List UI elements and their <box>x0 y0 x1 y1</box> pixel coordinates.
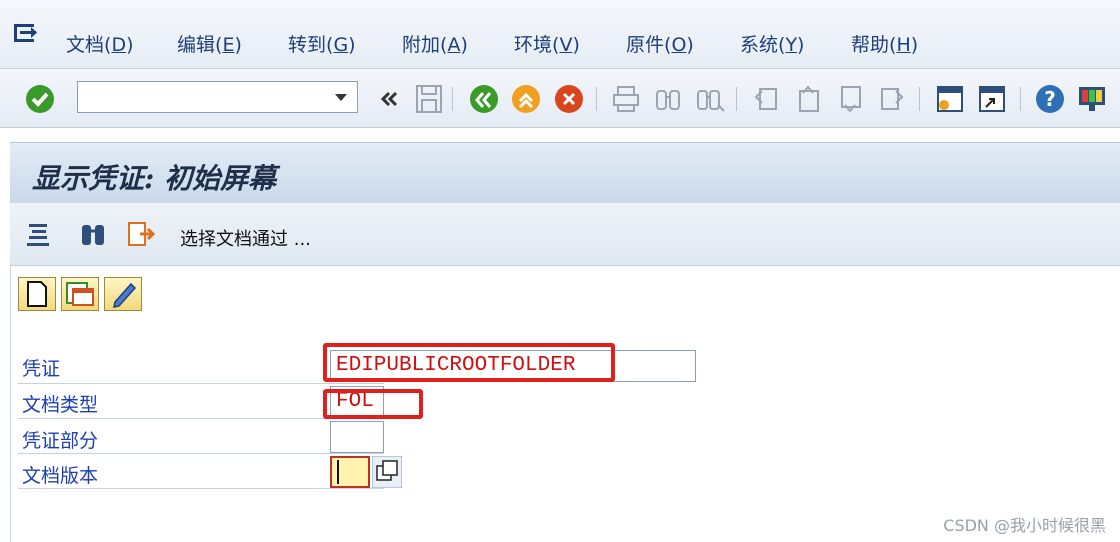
cancel-icon[interactable] <box>553 83 585 115</box>
find-icon[interactable] <box>78 219 108 249</box>
print-icon[interactable] <box>610 83 642 115</box>
menu-document[interactable]: 文档(D) <box>66 30 134 57</box>
command-field[interactable] <box>77 81 358 113</box>
help-icon[interactable]: ? <box>1034 83 1066 115</box>
last-page-icon[interactable] <box>876 83 908 115</box>
toolbar-separator <box>736 87 737 111</box>
change-document-button[interactable] <box>61 277 99 311</box>
document-label: 凭证 <box>22 358 61 380</box>
edit-document-button[interactable] <box>104 277 142 311</box>
create-session-icon[interactable] <box>934 83 966 115</box>
field-underline <box>18 383 384 384</box>
menu-goto[interactable]: 转到(G) <box>288 30 356 57</box>
back-icon[interactable] <box>468 83 500 115</box>
menu-edit[interactable]: 编辑(E) <box>177 30 242 57</box>
menu-extras[interactable]: 附加(A) <box>402 30 468 57</box>
next-page-icon[interactable] <box>834 83 866 115</box>
watermark: CSDN @我小时候很黑 <box>943 516 1106 535</box>
highlight-box <box>323 389 423 419</box>
toolbar-separator <box>919 87 920 111</box>
document-version-label: 文档版本 <box>22 465 99 487</box>
pencil-icon <box>113 282 137 308</box>
document-type-label: 文档类型 <box>22 394 99 416</box>
toolbar-separator <box>452 87 453 111</box>
page-title: 显示凭证: 初始屏幕 <box>32 162 277 195</box>
transfer-icon[interactable] <box>126 219 156 249</box>
menu-help[interactable]: 帮助(H) <box>851 30 918 57</box>
menu-icon[interactable] <box>12 22 38 44</box>
find-next-icon[interactable] <box>694 83 726 115</box>
new-document-icon <box>27 281 47 307</box>
find-icon[interactable] <box>652 83 684 115</box>
highlight-box <box>323 343 615 382</box>
svg-text:?: ? <box>1044 87 1056 111</box>
customize-layout-icon[interactable] <box>1076 83 1108 115</box>
toolbar-separator <box>1020 87 1021 111</box>
document-part-label: 凭证部分 <box>22 430 99 452</box>
document-version-input[interactable] <box>330 456 370 488</box>
create-document-button[interactable] <box>18 277 56 311</box>
field-underline <box>18 453 384 454</box>
document-window-icon <box>66 282 94 306</box>
select-document-by-button[interactable]: 选择文档通过 ... <box>180 225 311 251</box>
back-double-icon[interactable] <box>372 83 404 115</box>
text-cursor <box>337 460 339 484</box>
shortcut-icon[interactable] <box>976 83 1008 115</box>
list-icon[interactable] <box>24 219 54 249</box>
field-underline <box>18 488 384 489</box>
toolbar-separator <box>596 87 597 111</box>
standard-toolbar: ? <box>0 69 1120 128</box>
exit-icon[interactable] <box>510 83 542 115</box>
document-part-input[interactable] <box>330 421 384 453</box>
application-toolbar: 选择文档通过 ... <box>10 203 1120 266</box>
menu-bar: 文档(D) 编辑(E) 转到(G) 附加(A) 环境(V) 原件(O) 系统(Y… <box>0 0 1120 69</box>
save-icon[interactable] <box>413 83 445 115</box>
menu-environment[interactable]: 环境(V) <box>514 30 580 57</box>
enter-icon[interactable] <box>24 83 56 115</box>
menu-system[interactable]: 系统(Y) <box>740 30 804 57</box>
previous-page-icon[interactable] <box>792 83 824 115</box>
menu-originals[interactable]: 原件(O) <box>626 30 694 57</box>
first-page-icon[interactable] <box>750 83 782 115</box>
search-help-icon[interactable] <box>372 456 402 488</box>
dropdown-arrow-icon[interactable] <box>335 94 347 101</box>
title-bar: 显示凭证: 初始屏幕 <box>10 142 1120 203</box>
